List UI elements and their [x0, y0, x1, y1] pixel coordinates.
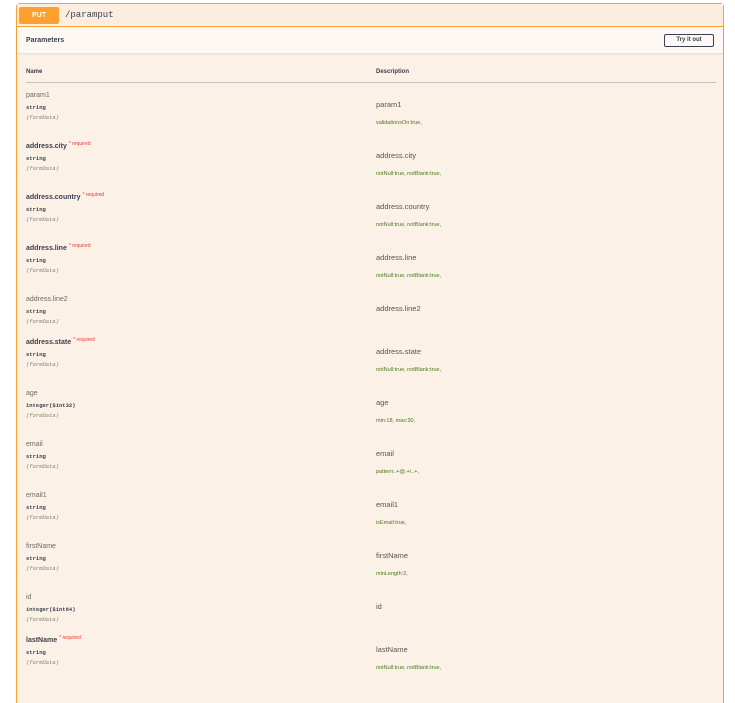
parameter-in: (formData) — [26, 514, 60, 521]
parameter-type: string — [26, 351, 46, 358]
parameter-type: string — [26, 453, 46, 460]
description-column-header: Description — [376, 69, 410, 75]
required-marker: * required — [82, 192, 105, 198]
parameter-description: address.city — [376, 151, 417, 160]
parameter-name: firstName — [26, 543, 56, 550]
parameter-description: id — [376, 602, 382, 611]
parameters-title: Parameters — [26, 36, 65, 44]
parameter-name-text: id — [26, 594, 32, 601]
parameter-type: string — [26, 257, 46, 264]
parameter-name: id — [26, 594, 31, 601]
parameter-in: (formData) — [26, 165, 60, 172]
parameter-type: integer($int64) — [26, 606, 76, 613]
parameter-description: param1 — [376, 100, 402, 109]
required-marker: * required — [68, 243, 91, 249]
parameter-name: address.line * required — [26, 243, 91, 252]
parameter-validations: min:18, max:30, — [376, 418, 416, 424]
parameter-validations: pattern:.+@.+\..+, — [376, 469, 420, 475]
parameter-description: email1 — [376, 500, 399, 509]
table-header: Name Description — [26, 64, 716, 83]
parameter-description: email — [376, 449, 394, 458]
parameter-validations: isEmail:true, — [376, 520, 407, 526]
parameter-in: (formData) — [26, 216, 60, 223]
parameter-type: string — [26, 504, 46, 511]
parameter-name: lastName * required — [26, 635, 81, 644]
parameter-name: address.country * required — [26, 192, 105, 201]
parameter-description: address.line2 — [376, 304, 421, 313]
parameter-validations: notNull:true, notBlank:true, — [376, 273, 442, 279]
parameter-name: email1 — [26, 492, 47, 499]
parameter-type: string — [26, 206, 46, 213]
parameter-name-text: param1 — [26, 92, 50, 99]
parameter-validations: validationsOn:true, — [376, 120, 422, 126]
parameter-description: address.line — [376, 253, 417, 262]
name-column-header: Name — [26, 69, 43, 75]
parameter-name: age — [26, 390, 38, 397]
parameter-description: firstName — [376, 551, 409, 560]
parameter-validations: notNull:true, notBlank:true, — [376, 171, 442, 177]
parameter-name-text: firstName — [26, 543, 56, 550]
parameter-type: integer($int32) — [26, 402, 76, 409]
required-marker: * required — [59, 635, 81, 641]
parameter-in: (formData) — [26, 267, 60, 274]
parameter-in: (formData) — [26, 318, 60, 325]
parameter-description: address.country — [376, 202, 430, 211]
parameter-in: (formData) — [26, 463, 60, 470]
parameters-header: Parameters Try it out — [17, 27, 723, 53]
parameter-validations: notNull:true, notBlank:true, — [376, 367, 442, 373]
parameter-type: string — [26, 308, 46, 315]
parameter-validations: notNull:true, notBlank:true, — [376, 665, 442, 671]
parameter-name: address.state * required — [26, 337, 95, 346]
parameter-in: (formData) — [26, 616, 60, 623]
parameter-name: address.city * required — [26, 141, 91, 150]
parameter-in: (formData) — [26, 412, 60, 419]
required-marker: * required — [73, 337, 95, 343]
try-it-out-button[interactable]: Try it out — [664, 33, 714, 47]
parameter-validations: minLength:2, — [376, 571, 408, 577]
parameter-in: (formData) — [26, 659, 60, 666]
parameter-name-text: age — [26, 390, 38, 397]
parameter-type: string — [26, 555, 46, 562]
parameter-name-text: email — [26, 441, 43, 448]
operation-summary[interactable]: PUT /paramput — [17, 4, 723, 27]
parameter-in: (formData) — [26, 565, 60, 572]
parameter-description: lastName — [376, 645, 408, 654]
parameter-in: (formData) — [26, 114, 60, 121]
parameters-table: Name Description param1 string (formData) p… — [26, 64, 716, 671]
parameter-in: (formData) — [26, 361, 60, 368]
parameter-type: string — [26, 649, 46, 656]
parameter-name-text: address.line — [26, 245, 67, 252]
parameter-name-text: address.city — [26, 143, 67, 150]
parameter-validations: notNull:true, notBlank:true, — [376, 222, 442, 228]
parameter-type: string — [26, 104, 46, 111]
parameter-name-text: address.line2 — [26, 296, 68, 303]
parameter-description: age — [376, 398, 389, 407]
parameter-name-text: address.country — [26, 194, 81, 201]
parameter-description: address.state — [376, 347, 422, 356]
parameter-type: string — [26, 155, 46, 162]
operation-block: PUT /paramput Parameters Try it out Name… — [16, 3, 724, 703]
parameter-name-text: address.state — [26, 339, 72, 346]
parameter-name: param1 — [26, 92, 50, 99]
required-marker: * required — [68, 141, 91, 147]
parameter-name-text: lastName — [26, 637, 58, 644]
parameter-name: address.line2 — [26, 296, 68, 303]
parameter-name: email — [26, 441, 43, 448]
parameter-name-text: email1 — [26, 492, 47, 499]
operation-path: /paramput — [65, 10, 114, 20]
method-badge: PUT — [19, 6, 59, 24]
